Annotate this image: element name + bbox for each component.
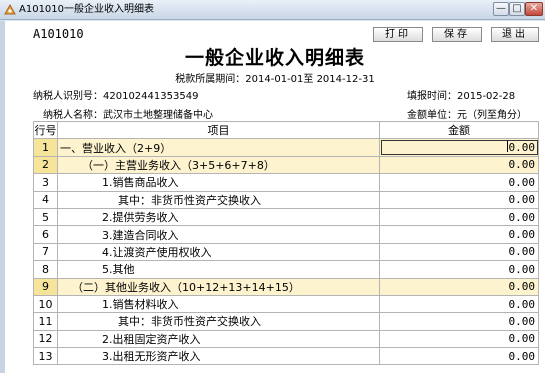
tax-period: 税款所属期间：2014-01-01至 2014-12-31 [175, 74, 375, 85]
row-item: 4.让渡资产使用权收入 [57, 242, 380, 262]
window-title: A101010一般企业收入明细表 [19, 4, 155, 15]
amount-cell[interactable]: 0.00 [379, 347, 539, 366]
taxpayer-id-value: 420102441353549 [103, 91, 199, 102]
amount-cell[interactable]: 0.00 [379, 173, 539, 192]
row-number: 3 [33, 173, 58, 192]
row-item: 其中：非货币性资产交换收入 [57, 190, 380, 209]
report-code: A101010 [33, 27, 84, 41]
row-number: 9 [33, 277, 58, 296]
amount-cell[interactable]: 0.00 [379, 329, 539, 349]
amount-cell[interactable]: 0.00 [379, 312, 539, 331]
table-row: 13 3.出租无形资产收入 0.00 [33, 347, 539, 366]
amount-cell[interactable]: 0.00 [379, 260, 539, 279]
table-row: 1 一、营业收入（2+9） 0.00 [33, 138, 539, 157]
print-button[interactable]: 打印 [373, 27, 423, 42]
app-icon [4, 4, 16, 15]
text-cursor [506, 141, 508, 153]
income-detail-table: 行号 项目 金额 1 一、营业收入（2+9） 0.00 2 （一）主营业务收入（… [33, 120, 539, 366]
taxpayer-id-line: 纳税人识别号：420102441353549 [33, 87, 199, 102]
table-row: 5 2.提供劳务收入 0.00 [33, 207, 539, 227]
amount-cell[interactable]: 0.00 [379, 138, 539, 157]
report-area: A101010 打印 保存 退出 一般企业收入明细表 税款所属期间：2014-0… [0, 21, 545, 373]
close-button[interactable]: ✕ [525, 2, 543, 16]
maximize-button[interactable]: □ [509, 2, 525, 16]
row-number: 5 [33, 207, 58, 227]
fill-date-line: 填报时间：2015-02-28 [407, 87, 516, 102]
table-row: 7 4.让渡资产使用权收入 0.00 [33, 242, 539, 262]
amount-cell[interactable]: 0.00 [379, 242, 539, 262]
amount-cell[interactable]: 0.00 [379, 277, 539, 296]
column-header-amount: 金额 [379, 120, 539, 140]
fill-date-value: 2015-02-28 [457, 91, 516, 102]
table-row: 4 其中：非货币性资产交换收入 0.00 [33, 190, 539, 209]
taxpayer-id-label: 纳税人识别号： [33, 91, 103, 102]
table-header-row: 行号 项目 金额 [33, 120, 539, 140]
row-item: （二）其他业务收入（10+12+13+14+15） [57, 277, 380, 296]
amount-unit: 金额单位：元（列至角分） [407, 110, 527, 121]
row-item: 2.提供劳务收入 [57, 207, 380, 227]
window-titlebar: A101010一般企业收入明细表 — □ ✕ [0, 0, 545, 20]
table-row: 12 2.出租固定资产收入 0.00 [33, 329, 539, 349]
amount-cell[interactable]: 0.00 [379, 155, 539, 175]
table-row: 6 3.建造合同收入 0.00 [33, 225, 539, 244]
table-row: 3 1.销售商品收入 0.00 [33, 173, 539, 192]
taxpayer-name-value: 武汉市土地整理储备中心 [103, 110, 213, 121]
taxpayer-name-line: 纳税人名称：武汉市土地整理储备中心 [43, 106, 213, 121]
column-header-row-no: 行号 [33, 120, 58, 140]
row-item: 3.建造合同收入 [57, 225, 380, 244]
amount-cell[interactable]: 0.00 [379, 207, 539, 227]
amount-cell[interactable]: 0.00 [379, 294, 539, 314]
row-number: 4 [33, 190, 58, 209]
column-header-item: 项目 [57, 120, 380, 140]
minimize-button[interactable]: — [493, 2, 509, 16]
row-item: 5.其他 [57, 260, 380, 279]
table-row: 9 （二）其他业务收入（10+12+13+14+15） 0.00 [33, 277, 539, 296]
row-number: 10 [33, 294, 58, 314]
row-number: 1 [33, 138, 58, 157]
row-number: 7 [33, 242, 58, 262]
taxpayer-name-label: 纳税人名称： [43, 110, 103, 121]
row-item: （一）主营业务收入（3+5+6+7+8） [57, 155, 380, 175]
row-number: 8 [33, 260, 58, 279]
amount-cell[interactable]: 0.00 [379, 190, 539, 209]
table-row: 11 其中：非货币性资产交换收入 0.00 [33, 312, 539, 331]
row-item: 3.出租无形资产收入 [57, 347, 380, 366]
table-row: 8 5.其他 0.00 [33, 260, 539, 279]
row-item: 2.出租固定资产收入 [57, 329, 380, 349]
row-number: 11 [33, 312, 58, 331]
row-number: 2 [33, 155, 58, 175]
table-row: 2 （一）主营业务收入（3+5+6+7+8） 0.00 [33, 155, 539, 175]
save-button[interactable]: 保存 [432, 27, 482, 42]
row-item: 1.销售商品收入 [57, 173, 380, 192]
amount-value: 0.00 [508, 141, 536, 155]
row-item: 其中：非货币性资产交换收入 [57, 312, 380, 331]
amount-cell[interactable]: 0.00 [379, 225, 539, 244]
report-title: 一般企业收入明细表 [184, 47, 365, 69]
row-number: 13 [33, 347, 58, 366]
row-item: 1.销售材料收入 [57, 294, 380, 314]
row-item: 一、营业收入（2+9） [57, 138, 380, 157]
row-number: 6 [33, 225, 58, 244]
row-number: 12 [33, 329, 58, 349]
table-row: 10 1.销售材料收入 0.00 [33, 294, 539, 314]
exit-button[interactable]: 退出 [491, 27, 539, 42]
fill-date-label: 填报时间： [407, 91, 457, 102]
